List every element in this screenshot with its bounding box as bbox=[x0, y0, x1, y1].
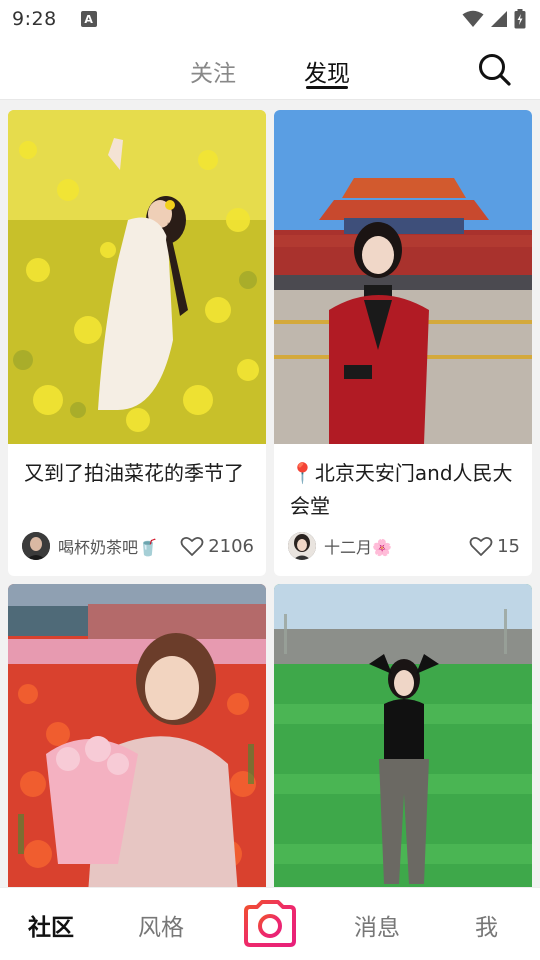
status-time: 9:28 bbox=[12, 8, 57, 30]
status-bar: 9:28 A bbox=[0, 0, 540, 38]
a-letter-icon: A bbox=[80, 11, 97, 27]
like-count: 2106 bbox=[208, 535, 254, 557]
author-avatar-image bbox=[22, 532, 50, 560]
avatar[interactable] bbox=[288, 532, 316, 560]
avatar[interactable] bbox=[22, 532, 50, 560]
nav-style[interactable]: 风格 bbox=[138, 908, 184, 942]
heart-icon bbox=[469, 536, 493, 556]
search-button[interactable] bbox=[474, 50, 514, 90]
wifi-icon bbox=[462, 10, 484, 27]
bottom-nav: 社区 风格 消息 我 bbox=[0, 887, 540, 960]
top-header bbox=[0, 38, 540, 100]
football-field-photo bbox=[274, 584, 532, 887]
tab-discover[interactable]: 发现 bbox=[304, 54, 350, 88]
post-image[interactable] bbox=[274, 584, 532, 887]
author-name[interactable]: 喝杯奶茶吧🥤 bbox=[58, 534, 158, 558]
active-tab-indicator bbox=[306, 86, 348, 89]
post-image[interactable] bbox=[8, 110, 266, 444]
post-meta: 喝杯奶茶吧🥤 2106 bbox=[22, 531, 254, 561]
search-icon bbox=[479, 54, 511, 86]
nav-community[interactable]: 社区 bbox=[28, 908, 74, 942]
post-image[interactable] bbox=[8, 584, 266, 887]
post-card[interactable]: 又到了拍油菜花的季节了 喝杯奶茶吧🥤 2106 bbox=[8, 110, 266, 576]
camera-button[interactable] bbox=[243, 900, 297, 948]
post-title[interactable]: 又到了拍油菜花的季节了 bbox=[24, 457, 252, 490]
post-card[interactable] bbox=[274, 584, 532, 887]
tab-follow[interactable]: 关注 bbox=[190, 54, 236, 88]
status-icons bbox=[462, 9, 526, 29]
post-card[interactable] bbox=[8, 584, 266, 887]
post-meta: 十二月🌸 15 bbox=[288, 531, 520, 561]
like-button[interactable]: 2106 bbox=[180, 535, 254, 557]
nav-messages[interactable]: 消息 bbox=[354, 908, 400, 942]
tiananmen-gate-photo bbox=[274, 110, 532, 444]
battery-icon bbox=[514, 9, 526, 29]
post-title[interactable]: 📍北京天安门and人民大会堂 bbox=[290, 457, 518, 523]
tulip-field-photo bbox=[8, 584, 266, 887]
nav-me[interactable]: 我 bbox=[475, 908, 498, 942]
feed: 又到了拍油菜花的季节了 喝杯奶茶吧🥤 2106 📍北京天安门and人民大会堂 十… bbox=[0, 101, 540, 887]
author-avatar-image bbox=[288, 532, 316, 560]
camera-icon bbox=[244, 900, 296, 947]
rapeseed-flower-field-photo bbox=[8, 110, 266, 444]
post-card[interactable]: 📍北京天安门and人民大会堂 十二月🌸 15 bbox=[274, 110, 532, 576]
like-button[interactable]: 15 bbox=[469, 535, 520, 557]
author-name[interactable]: 十二月🌸 bbox=[324, 534, 392, 558]
heart-icon bbox=[180, 536, 204, 556]
post-image[interactable] bbox=[274, 110, 532, 444]
like-count: 15 bbox=[497, 535, 520, 557]
signal-icon bbox=[491, 11, 507, 27]
